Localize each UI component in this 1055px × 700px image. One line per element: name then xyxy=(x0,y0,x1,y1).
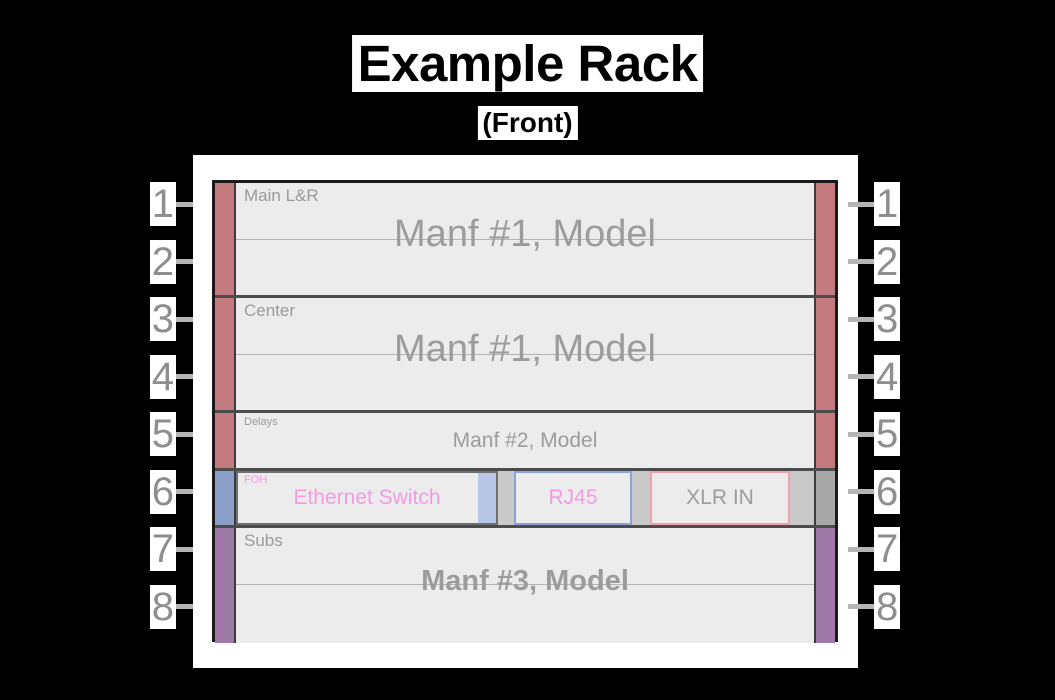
device-label-main-lr: Manf #1, Model xyxy=(394,213,656,256)
bay-subs[interactable]: Subs Manf #3, Model xyxy=(236,528,814,643)
device-gap xyxy=(632,470,650,525)
rack-unit-tick xyxy=(848,489,874,494)
rail-right-delays xyxy=(814,413,835,468)
rail-left-main-lr xyxy=(215,183,236,295)
device-label-delays: Manf #2, Model xyxy=(452,428,598,452)
device-ethernet-switch[interactable]: Ethernet Switch xyxy=(236,470,498,525)
rack-unit-tick xyxy=(848,316,874,322)
rack-unit-right-2: 2 xyxy=(848,239,901,285)
rack-unit-tick xyxy=(848,431,874,437)
bay-label-foh: FOH xyxy=(244,473,268,486)
bay-main-lr[interactable]: Main L&R Manf #1, Model xyxy=(236,183,814,295)
rack-row-subs[interactable]: Subs Manf #3, Model xyxy=(215,528,835,643)
device-rj45[interactable]: RJ45 xyxy=(514,470,632,525)
rail-right-foh xyxy=(814,470,835,525)
rack-unit-number: 1 xyxy=(149,182,176,226)
rack-unit-right-5: 5 xyxy=(848,411,901,457)
device-label-xlr-in: XLR IN xyxy=(686,485,754,509)
bay-foh[interactable]: FOH Ethernet Switch RJ45 XLR IN xyxy=(236,470,814,525)
rack-unit-tick xyxy=(848,546,874,552)
rack-unit-number: 6 xyxy=(149,469,176,514)
bay-label-subs: Subs xyxy=(244,531,283,550)
rail-left-delays xyxy=(215,413,236,468)
bay-center[interactable]: Center Manf #1, Model xyxy=(236,298,814,410)
rack-unit-right-8: 8 xyxy=(848,584,901,630)
rack-row-center[interactable]: Center Manf #1, Model xyxy=(215,298,835,413)
rack-unit-number: 3 xyxy=(874,297,901,341)
rack-unit-number: 2 xyxy=(149,239,176,284)
rack-unit-number: 3 xyxy=(149,297,176,341)
page-subtitle: (Front) xyxy=(477,106,578,140)
rack-unit-number: 5 xyxy=(149,412,176,456)
device-label-rj45: RJ45 xyxy=(548,485,598,509)
rack-row-delays[interactable]: Delays Manf #2, Model xyxy=(215,413,835,471)
rack-unit-tick xyxy=(848,201,874,207)
rack-unit-number: 8 xyxy=(149,584,176,629)
device-strip-foh: Ethernet Switch RJ45 XLR IN xyxy=(236,470,814,525)
rail-left-foh xyxy=(215,470,236,525)
rack-unit-right-4: 4 xyxy=(848,354,901,400)
rack-unit-tick xyxy=(848,259,874,264)
rack-unit-number: 2 xyxy=(874,239,901,284)
rack-unit-number: 8 xyxy=(874,584,901,629)
device-gap xyxy=(790,470,814,525)
title-area: Example Rack (Front) xyxy=(0,0,1055,150)
rack-unit-right-7: 7 xyxy=(848,526,901,572)
rack-unit-number: 7 xyxy=(874,527,901,571)
bay-label-main-lr: Main L&R xyxy=(244,186,319,205)
device-xlr-in[interactable]: XLR IN xyxy=(650,470,790,525)
rail-right-main-lr xyxy=(814,183,835,295)
rack-unit-number: 5 xyxy=(874,412,901,456)
port-swatch-ethernet-switch xyxy=(478,472,496,523)
rack-unit-number: 7 xyxy=(149,527,176,571)
rack-body: Main L&R Manf #1, Model Center Manf #1, Mod… xyxy=(212,180,838,643)
rail-right-subs xyxy=(814,528,835,643)
rack-unit-right-1: 1 xyxy=(848,181,901,227)
rail-left-center xyxy=(215,298,236,410)
device-label-subs: Manf #3, Model xyxy=(421,564,629,597)
device-label-center: Manf #1, Model xyxy=(394,328,656,371)
rail-right-center xyxy=(814,298,835,410)
rack-unit-tick xyxy=(848,604,874,609)
rack-row-main-lr[interactable]: Main L&R Manf #1, Model xyxy=(215,183,835,298)
rack-unit-tick xyxy=(848,374,874,379)
device-label-ethernet-switch: Ethernet Switch xyxy=(293,485,441,509)
rack-panel: Main L&R Manf #1, Model Center Manf #1, Mod… xyxy=(193,155,858,668)
rack-unit-scale-left: 1 2 3 4 5 6 7 8 xyxy=(132,155,202,668)
bay-label-center: Center xyxy=(244,301,296,320)
rack-unit-right-6: 6 xyxy=(848,469,901,515)
device-gap xyxy=(498,470,514,525)
bay-label-delays: Delays xyxy=(244,416,278,428)
page-title: Example Rack xyxy=(351,35,704,93)
bay-delays[interactable]: Delays Manf #2, Model xyxy=(236,413,814,468)
rack-unit-scale-right: 1 2 3 4 5 6 7 8 xyxy=(848,155,918,668)
rack-row-foh[interactable]: FOH Ethernet Switch RJ45 XLR IN xyxy=(215,470,835,528)
rail-left-subs xyxy=(215,528,236,643)
rack-unit-right-3: 3 xyxy=(848,296,901,342)
rack-unit-number: 1 xyxy=(874,182,901,226)
rack-unit-number: 4 xyxy=(149,354,176,399)
rack-unit-number: 6 xyxy=(874,469,901,514)
rack-unit-number: 4 xyxy=(874,354,901,399)
